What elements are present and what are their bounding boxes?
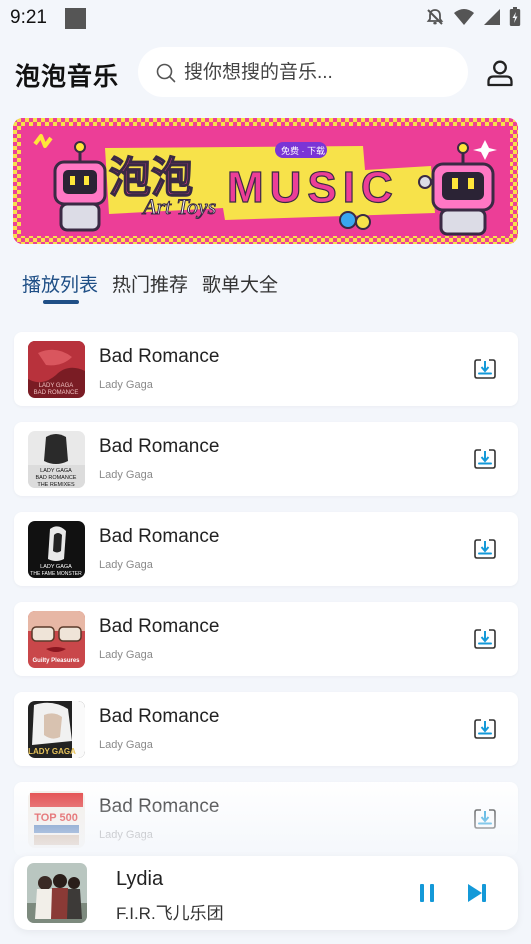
song-title: Bad Romance [99,436,220,457]
svg-text:LADY GAGA: LADY GAGA [40,564,72,570]
download-icon[interactable] [474,358,496,380]
svg-text:LADY GAGA: LADY GAGA [39,383,74,389]
svg-text:Guilty Pleasures: Guilty Pleasures [32,658,80,664]
song-item[interactable]: LADY GAGA BAD ROMANCE Bad Romance Lady G… [14,332,518,406]
svg-text:BAD ROMANCE: BAD ROMANCE [34,390,79,396]
album-cover: LADY GAGA THE FAME MONSTER [28,521,85,578]
svg-text:LADY GAGA: LADY GAGA [40,468,72,474]
now-playing-cover [27,863,87,923]
song-title: Bad Romance [99,346,220,367]
app-title: 泡泡音乐 [15,63,120,91]
now-playing-artist: F.I.R.飞儿乐团 [116,904,224,923]
song-artist: Lady Gaga [99,739,153,751]
wifi-icon [454,9,474,25]
svg-text:THE FAME MONSTER: THE FAME MONSTER [30,571,82,577]
song-item[interactable]: LADY GAGA THE FAME MONSTER Bad Romance L… [14,512,518,586]
song-artist: Lady Gaga [99,379,153,391]
search-bar[interactable] [138,47,468,99]
song-artist: Lady Gaga [99,649,153,661]
svg-text:LADY GAGA: LADY GAGA [28,747,76,756]
status-time: 9:21 [10,7,47,28]
song-artist: Lady Gaga [99,559,153,571]
svg-text:TOP 500: TOP 500 [34,812,78,824]
header: 泡泡音乐 [0,44,531,100]
download-icon[interactable] [474,718,496,740]
signal-icon [484,9,500,25]
song-artist: Lady Gaga [99,829,153,841]
song-title: Bad Romance [99,796,220,817]
tab-bar: 播放列表 热门推荐 歌单大全 [22,270,278,297]
tab-playlist[interactable]: 播放列表 [22,270,98,297]
download-icon[interactable] [474,808,496,830]
album-cover: TOP 500 [28,791,85,848]
song-item[interactable]: LADY GAGA BAD ROMANCE THE REMIXES Bad Ro… [14,422,518,496]
song-title: Bad Romance [99,616,220,637]
song-artist: Lady Gaga [99,469,153,481]
song-item[interactable]: Guilty Pleasures Bad Romance Lady Gaga [14,602,518,676]
tab-hot-recommend[interactable]: 热门推荐 [112,270,188,297]
mini-player[interactable]: Lydia F.I.R.飞儿乐团 [14,856,518,930]
download-icon[interactable] [474,628,496,650]
status-icons [425,7,521,27]
banner-tag: 免费 · 下载 [281,145,325,156]
user-profile-icon[interactable] [486,59,514,87]
notification-icon [65,8,86,29]
pause-icon[interactable] [416,882,438,904]
now-playing-title: Lydia [116,868,164,890]
tab-song-lists[interactable]: 歌单大全 [202,270,278,297]
svg-text:BAD ROMANCE: BAD ROMANCE [36,475,77,481]
song-title: Bad Romance [99,526,220,547]
album-cover: LADY GAGA BAD ROMANCE THE REMIXES [28,431,85,488]
banner-subtitle: Art Toys [141,194,216,219]
search-icon [156,63,176,83]
svg-text:THE REMIXES: THE REMIXES [37,482,75,488]
battery-icon [509,7,521,26]
download-icon[interactable] [474,448,496,470]
song-item[interactable]: LADY GAGA Bad Romance Lady Gaga [14,692,518,766]
status-bar: 9:21 [0,0,531,36]
banner-title-en: MUSIC [227,163,399,212]
banner-artwork: 泡泡 Art Toys MUSIC 免费 · 下载 [13,118,518,244]
download-icon[interactable] [474,538,496,560]
song-title: Bad Romance [99,706,220,727]
song-item[interactable]: TOP 500 Bad Romance Lady Gaga [14,782,518,856]
bell-off-icon [426,9,444,25]
album-cover: Guilty Pleasures [28,611,85,668]
active-tab-indicator [43,300,79,304]
next-track-icon[interactable] [466,882,488,904]
search-input[interactable] [182,47,456,99]
album-cover: LADY GAGA BAD ROMANCE [28,341,85,398]
album-cover: LADY GAGA [28,701,85,758]
promo-banner[interactable]: 泡泡 Art Toys MUSIC 免费 · 下载 [13,118,518,244]
